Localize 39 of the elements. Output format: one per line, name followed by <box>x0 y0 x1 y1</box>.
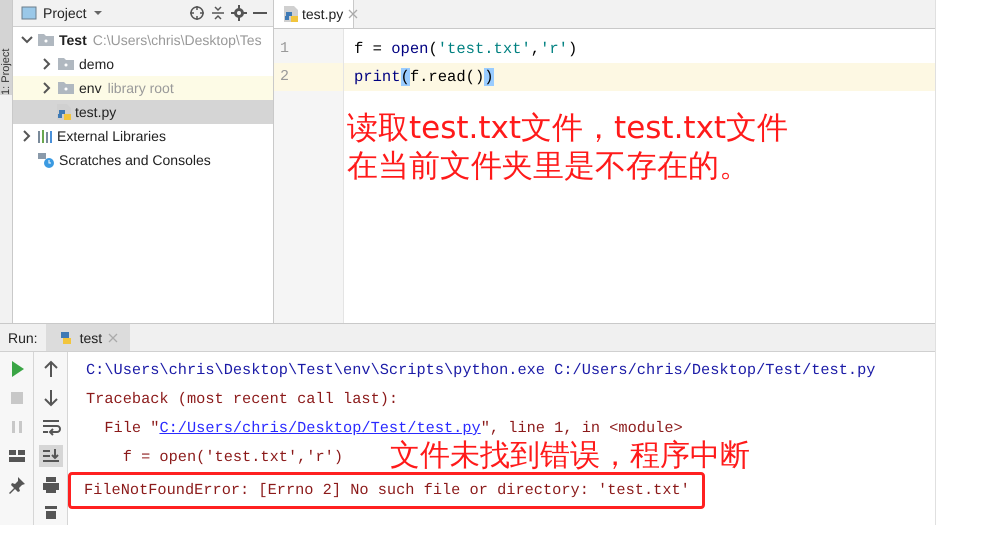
python-file-icon <box>284 6 298 22</box>
console-line: Traceback (most recent call last): <box>86 389 398 410</box>
tree-item[interactable]: env library root <box>13 76 273 100</box>
caret-icon[interactable] <box>92 10 103 16</box>
chevron-right-icon[interactable] <box>43 58 51 70</box>
code-line: f = open('test.txt','r') <box>354 40 578 58</box>
annotation-text: 读取test.txt文件，test.txt文件 <box>347 109 790 147</box>
panel-label: Run: <box>8 330 38 346</box>
tree-item[interactable]: demo <box>13 52 273 76</box>
panel-icon <box>21 6 37 20</box>
crosshair-icon[interactable] <box>189 5 205 21</box>
console-line: C:\Users\chris\Desktop\Test\env\Scripts\python.exe C:/Users/chris/Desktop/Test/test.py <box>86 360 876 381</box>
folder-icon <box>57 57 75 71</box>
library-icon <box>37 129 53 143</box>
annotation-text: 文件未找到错误，程序中断 <box>390 440 750 471</box>
path-hint: library root <box>108 80 174 96</box>
folder-icon <box>37 33 55 47</box>
panel-title[interactable]: Project <box>43 5 87 21</box>
tree-item[interactable]: Scratches and Consoles <box>13 148 273 172</box>
scratch-clock-icon <box>37 152 55 168</box>
collapse-icon[interactable] <box>211 5 225 21</box>
code-line: print(f.read()) <box>354 68 494 86</box>
tool-window-tab[interactable]: 1: Project <box>0 0 12 95</box>
tree-item[interactable]: test.py <box>13 100 273 124</box>
chevron-right-icon[interactable] <box>23 130 31 142</box>
editor-tab[interactable]: test.py <box>274 0 354 28</box>
path-hint: C:\Users\chris\Desktop\Tes <box>92 32 262 48</box>
run-tab[interactable]: test <box>46 324 130 351</box>
tree-item[interactable]: Test C:\Users\chris\Desktop\Tes <box>13 28 273 52</box>
console-line: f = open('test.txt','r') <box>122 447 344 468</box>
minimize-icon[interactable] <box>253 11 267 15</box>
folder-icon <box>57 81 75 95</box>
chevron-down-icon[interactable] <box>21 36 33 44</box>
line-number: 2 <box>280 68 290 85</box>
tree-item[interactable]: External Libraries <box>13 124 273 148</box>
console-line: File "C:/Users/chris/Desktop/Test/test.py", line 1, in <module> <box>103 418 683 439</box>
chevron-right-icon[interactable] <box>43 82 51 94</box>
annotation-text: 在当前文件夹里是不存在的。 <box>347 147 751 185</box>
line-number: 1 <box>280 40 290 57</box>
